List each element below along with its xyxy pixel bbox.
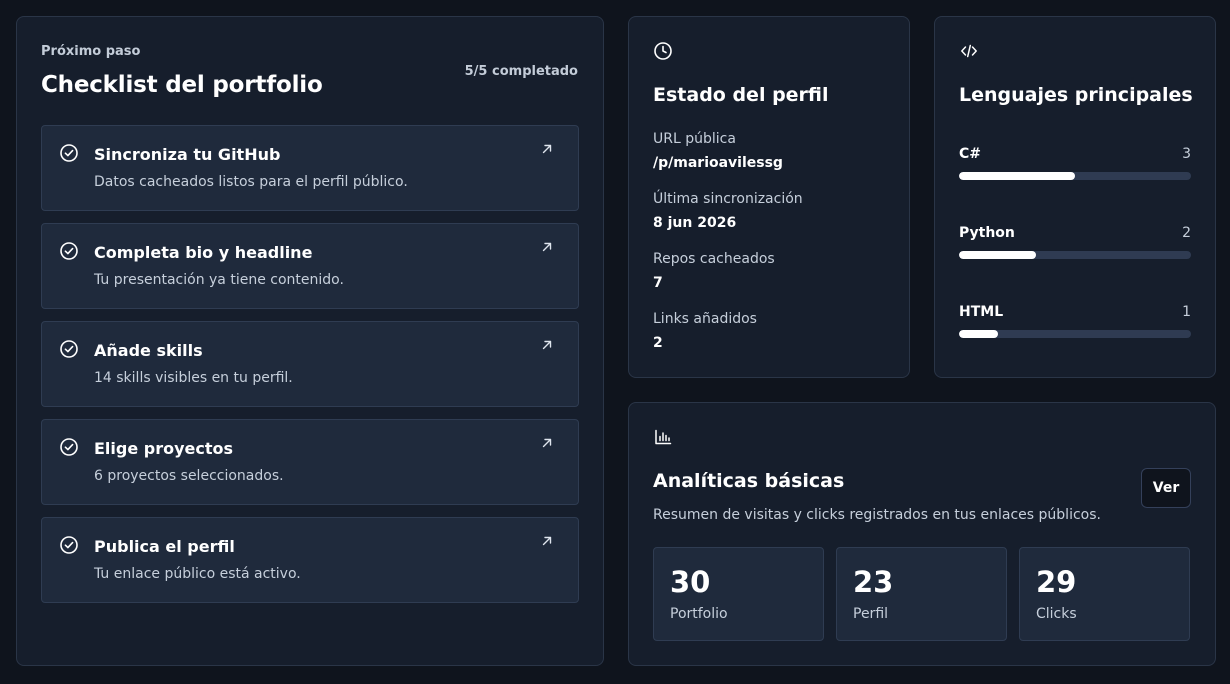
language-bar-fill: [959, 172, 1075, 180]
language-bar-fill: [959, 330, 999, 338]
analytics-card: Analíticas básicas Ver Resumen de visita…: [628, 402, 1216, 666]
metric-value: 30: [670, 565, 711, 599]
check-circle-icon: [60, 242, 78, 260]
metric-portfolio: 30 Portfolio: [653, 547, 824, 641]
language-bar: [959, 172, 1191, 180]
cached-repos-value: 7: [653, 275, 663, 291]
language-count: 3: [1182, 146, 1191, 162]
cached-repos-label: Repos cacheados: [653, 251, 775, 267]
last-sync-value: 8 jun 2026: [653, 215, 737, 231]
checklist-card: Próximo paso Checklist del portfolio 5/5…: [16, 16, 604, 666]
metric-label: Portfolio: [670, 606, 728, 622]
arrow-up-right-icon: [542, 438, 552, 448]
language-count: 2: [1182, 225, 1191, 241]
profile-status-title: Estado del perfil: [653, 84, 829, 106]
task-add-skills[interactable]: Añade skills 14 skills visibles en tu pe…: [41, 321, 579, 407]
code-icon: [961, 44, 977, 58]
checklist-title: Checklist del portfolio: [41, 72, 323, 98]
task-title: Elige proyectos: [94, 439, 234, 458]
arrow-up-right-icon: [542, 242, 552, 252]
check-circle-icon: [60, 144, 78, 162]
profile-status-card: Estado del perfil URL pública /p/marioav…: [628, 16, 910, 378]
public-url-value: /p/marioavilessg: [653, 155, 783, 171]
public-url-label: URL pública: [653, 131, 736, 147]
metric-profile: 23 Perfil: [836, 547, 1007, 641]
task-title: Publica el perfil: [94, 537, 235, 556]
checklist-eyebrow: Próximo paso: [41, 44, 141, 59]
language-name: HTML: [959, 304, 1004, 320]
task-title: Añade skills: [94, 341, 203, 360]
links-added-label: Links añadidos: [653, 311, 757, 327]
analytics-subtitle: Resumen de visitas y clicks registrados …: [653, 507, 1101, 523]
language-bar: [959, 330, 1191, 338]
metric-clicks: 29 Clicks: [1019, 547, 1190, 641]
last-sync-label: Última sincronización: [653, 191, 803, 207]
task-description: 14 skills visibles en tu perfil.: [94, 370, 293, 386]
check-circle-icon: [60, 340, 78, 358]
check-circle-icon: [60, 438, 78, 456]
task-description: Tu presentación ya tiene contenido.: [94, 272, 344, 288]
arrow-up-right-icon: [542, 144, 552, 154]
task-bio-headline[interactable]: Completa bio y headline Tu presentación …: [41, 223, 579, 309]
top-languages-card: Lenguajes principales C# 3 Python 2 HTML…: [934, 16, 1216, 378]
check-circle-icon: [60, 536, 78, 554]
language-name: C#: [959, 146, 982, 162]
task-description: 6 proyectos seleccionados.: [94, 468, 284, 484]
metric-value: 29: [1036, 565, 1077, 599]
task-sync-github[interactable]: Sincroniza tu GitHub Datos cacheados lis…: [41, 125, 579, 211]
task-description: Datos cacheados listos para el perfil pú…: [94, 174, 408, 190]
links-added-value: 2: [653, 335, 663, 351]
language-bar: [959, 251, 1191, 259]
top-languages-title: Lenguajes principales: [959, 84, 1193, 106]
task-description: Tu enlace público está activo.: [94, 566, 301, 582]
task-title: Completa bio y headline: [94, 243, 313, 262]
task-choose-projects[interactable]: Elige proyectos 6 proyectos seleccionado…: [41, 419, 579, 505]
language-name: Python: [959, 225, 1015, 241]
metric-value: 23: [853, 565, 894, 599]
task-title: Sincroniza tu GitHub: [94, 145, 281, 164]
language-bar-fill: [959, 251, 1036, 259]
metric-label: Clicks: [1036, 606, 1077, 622]
bar-chart-icon: [655, 429, 672, 445]
arrow-up-right-icon: [542, 340, 552, 350]
checklist-progress: 5/5 completado: [464, 64, 578, 79]
analytics-title: Analíticas básicas: [653, 470, 845, 492]
clock-icon: [654, 42, 672, 60]
task-publish-profile[interactable]: Publica el perfil Tu enlace público está…: [41, 517, 579, 603]
view-analytics-button[interactable]: Ver: [1141, 468, 1191, 508]
language-count: 1: [1182, 304, 1191, 320]
arrow-up-right-icon: [542, 536, 552, 546]
metric-label: Perfil: [853, 606, 889, 622]
